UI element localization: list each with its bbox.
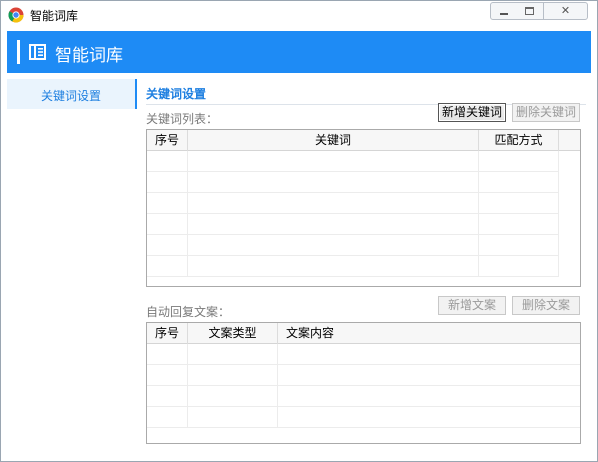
chrome-icon [8,7,24,23]
delete-reply-button[interactable]: 删除文案 [512,296,580,315]
app-window: 智能词库 ✕ 智能词库 关键词设置 关键词设置 关键词列表： 新增关键词 删除关… [0,0,598,462]
reply-text-label: 自动回复文案： [146,305,231,319]
sidebar-item-keyword-settings[interactable]: 关键词设置 [7,79,137,109]
sidebar: 关键词设置 [7,79,137,459]
add-keyword-button[interactable]: 新增关键词 [438,103,506,122]
table-row [147,365,580,386]
close-icon: ✕ [560,4,571,17]
column-header-index[interactable]: 序号 [147,323,188,344]
app-title: 智能词库 [55,46,123,66]
header-accent-bar [17,40,20,64]
sidebar-item-label: 关键词设置 [40,89,101,103]
table-row [147,344,580,365]
close-button[interactable]: ✕ [543,2,588,20]
maximize-icon [525,7,534,15]
column-header-text-content[interactable]: 文案内容 [278,323,580,344]
minimize-button[interactable] [490,2,517,20]
app-header: 智能词库 [7,31,591,73]
main-content: 关键词设置 关键词列表： 新增关键词 删除关键词 序号 关键词 匹配方式 自动回… [141,79,591,459]
column-header-match-mode[interactable]: 匹配方式 [479,130,559,151]
table-row [147,235,559,256]
keyword-table[interactable]: 序号 关键词 匹配方式 [146,129,581,287]
add-reply-button[interactable]: 新增文案 [438,296,506,315]
table-row [147,407,580,428]
column-header-keyword[interactable]: 关键词 [188,130,479,151]
column-header-text-type[interactable]: 文案类型 [188,323,278,344]
reply-table[interactable]: 序号 文案类型 文案内容 [146,322,581,444]
minimize-icon [500,13,508,15]
table-row [147,193,559,214]
table-row [147,172,559,193]
column-header-index[interactable]: 序号 [147,130,188,151]
keyword-list-label: 关键词列表： [146,112,219,126]
table-row [147,386,580,407]
table-row [147,214,559,235]
delete-keyword-button[interactable]: 删除关键词 [512,103,580,122]
page-title: 关键词设置 [146,87,207,101]
title-bar[interactable]: 智能词库 ✕ [1,1,597,29]
table-row [147,256,559,277]
window-title: 智能词库 [30,9,79,23]
table-row [147,151,559,172]
reply-table-header: 序号 文案类型 文案内容 [147,323,580,344]
maximize-button[interactable] [516,2,543,20]
panel-book-icon [29,44,46,60]
keyword-table-header: 序号 关键词 匹配方式 [147,130,580,151]
